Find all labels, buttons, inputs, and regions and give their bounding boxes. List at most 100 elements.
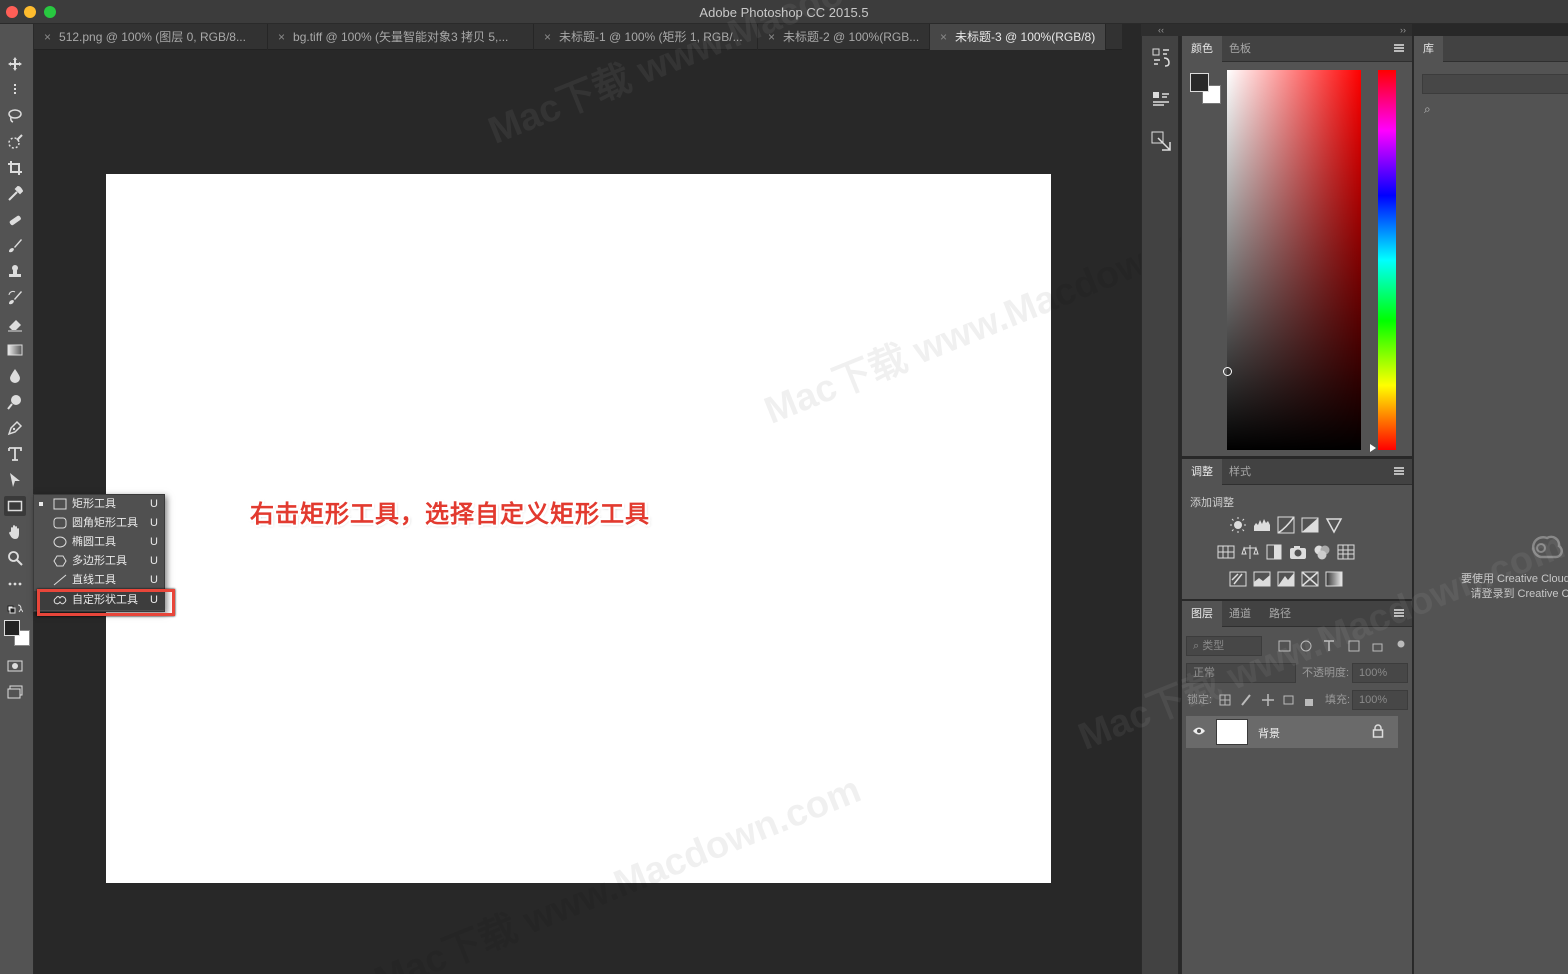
tab-label: bg.tiff @ 100% (矢量智能对象3 拷贝 5,... xyxy=(293,30,509,44)
tab-channels[interactable]: 通道 xyxy=(1220,601,1260,627)
adjustment-icons-row xyxy=(1217,543,1355,561)
flyout-item-label: 圆角矩形工具 xyxy=(72,517,138,529)
tab-label: 未标题-2 @ 100%(RGB... xyxy=(783,30,920,44)
flyout-item-label: 直线工具 xyxy=(72,574,116,586)
levels-icon[interactable] xyxy=(1253,516,1271,534)
swap-colors-icon[interactable] xyxy=(4,600,26,620)
gradient-icon[interactable] xyxy=(4,340,26,360)
flyout-item-rounded-rectangle-tool[interactable]: 圆角矩形工具 U xyxy=(34,514,164,533)
saturation-brightness-field[interactable] xyxy=(1227,70,1361,450)
lock-options-icons[interactable] xyxy=(1218,693,1313,707)
blur-icon[interactable] xyxy=(4,366,26,386)
foreground-color-swatch[interactable] xyxy=(4,620,20,636)
tab-label: 未标题-1 @ 100% (矩形 1, RGB/... xyxy=(559,30,743,44)
crop-icon[interactable] xyxy=(4,158,26,178)
library-search-input[interactable] xyxy=(1422,74,1568,94)
tab-swatches[interactable]: 色板 xyxy=(1220,36,1260,62)
shortcut-key: U xyxy=(150,498,158,510)
eye-icon[interactable] xyxy=(1192,726,1206,736)
tab-styles[interactable]: 样式 xyxy=(1220,459,1260,485)
invert-icon[interactable] xyxy=(1229,570,1247,588)
pen-icon[interactable] xyxy=(4,418,26,438)
lasso-icon[interactable] xyxy=(4,106,26,126)
stamp-icon[interactable] xyxy=(4,262,26,282)
close-tab-icon[interactable]: × xyxy=(544,30,551,44)
flyout-item-line-tool[interactable]: 直线工具 U xyxy=(34,571,164,590)
paths-panel-icon[interactable] xyxy=(1150,130,1172,152)
hand-icon[interactable] xyxy=(4,522,26,542)
marquee-icon[interactable] xyxy=(4,80,26,100)
watermark: Mac下载 www.Macdown.com xyxy=(368,768,867,974)
color-swatches[interactable] xyxy=(4,620,32,650)
healing-icon[interactable] xyxy=(4,210,26,230)
close-tab-icon[interactable]: × xyxy=(768,30,775,44)
hue-slider[interactable] xyxy=(1378,70,1396,450)
brightness-contrast-icon[interactable] xyxy=(1229,516,1247,534)
opacity-input[interactable]: 100% xyxy=(1352,663,1408,683)
document-tab[interactable]: × 未标题-2 @ 100%(RGB... xyxy=(758,24,930,50)
close-tab-icon[interactable]: × xyxy=(278,30,285,44)
history-panel-icon[interactable] xyxy=(1150,46,1172,68)
close-tab-icon[interactable]: × xyxy=(44,30,51,44)
panel-menu-icon[interactable] xyxy=(1394,609,1404,617)
foreground-color-swatch[interactable] xyxy=(1190,73,1209,92)
vibrance-icon[interactable] xyxy=(1325,516,1343,534)
more-icon[interactable] xyxy=(4,574,26,594)
threshold-icon[interactable] xyxy=(1277,570,1295,588)
flyout-item-polygon-tool[interactable]: 多边形工具 U xyxy=(34,552,164,571)
tab-label: 未标题-3 @ 100%(RGB/8) xyxy=(955,30,1096,44)
eraser-icon[interactable] xyxy=(4,314,26,334)
blend-mode-select[interactable]: 正常 xyxy=(1186,663,1296,683)
document-tab-active[interactable]: × 未标题-3 @ 100%(RGB/8) xyxy=(930,24,1106,50)
shortcut-key: U xyxy=(150,517,158,529)
flyout-item-rectangle-tool[interactable]: 矩形工具 U xyxy=(34,495,164,514)
expand-panels-icon[interactable]: ›› xyxy=(1181,24,1412,36)
title-bar: Adobe Photoshop CC 2015.5 xyxy=(0,0,1568,24)
tab-adjustments[interactable]: 调整 xyxy=(1182,459,1222,485)
history-brush-icon[interactable] xyxy=(4,288,26,308)
quick-mask-icon[interactable] xyxy=(4,656,26,676)
flyout-item-ellipse-tool[interactable]: 椭圆工具 U xyxy=(34,533,164,552)
path-select-icon[interactable] xyxy=(4,470,26,490)
gradient-map-icon[interactable] xyxy=(1325,570,1343,588)
color-balance-icon[interactable] xyxy=(1241,543,1259,561)
zoom-icon[interactable] xyxy=(4,548,26,568)
shortcut-key: U xyxy=(150,555,158,567)
panel-menu-icon[interactable] xyxy=(1394,44,1404,52)
fill-input[interactable]: 100% xyxy=(1352,690,1408,710)
tab-layers[interactable]: 图层 xyxy=(1182,601,1222,627)
quick-select-icon[interactable] xyxy=(4,132,26,152)
library-message-line: 请登录到 Creative C xyxy=(1470,588,1568,600)
document-tab[interactable]: × 未标题-1 @ 100% (矩形 1, RGB/... xyxy=(534,24,758,50)
properties-panel-icon[interactable] xyxy=(1150,88,1172,110)
posterize-icon[interactable] xyxy=(1253,570,1271,588)
selective-color-icon[interactable] xyxy=(1301,570,1319,588)
tab-paths[interactable]: 路径 xyxy=(1260,601,1300,627)
eyedropper-icon[interactable] xyxy=(4,184,26,204)
close-tab-icon[interactable]: × xyxy=(940,30,947,44)
type-icon[interactable] xyxy=(4,444,26,464)
layer-filter-icons[interactable] xyxy=(1277,639,1407,653)
panel-menu-icon[interactable] xyxy=(1394,467,1404,475)
hue-slider-marker[interactable] xyxy=(1370,444,1376,452)
tab-libraries[interactable]: 库 xyxy=(1414,36,1443,62)
curves-icon[interactable] xyxy=(1277,516,1295,534)
color-lookup-icon[interactable] xyxy=(1337,543,1355,561)
black-white-icon[interactable] xyxy=(1265,543,1283,561)
screen-mode-icon[interactable] xyxy=(4,682,26,702)
layer-filter-type-select[interactable]: ⌕ 类型 xyxy=(1186,636,1262,656)
rectangle-icon[interactable] xyxy=(4,496,26,516)
channel-mixer-icon[interactable] xyxy=(1313,543,1331,561)
tab-color[interactable]: 颜色 xyxy=(1182,36,1222,62)
color-picker-cursor[interactable] xyxy=(1223,367,1232,376)
dodge-icon[interactable] xyxy=(4,392,26,412)
exposure-icon[interactable] xyxy=(1301,516,1319,534)
layer-row-background[interactable]: 背景 xyxy=(1186,716,1398,748)
document-tab[interactable]: × bg.tiff @ 100% (矢量智能对象3 拷贝 5,... xyxy=(268,24,534,50)
brush-icon[interactable] xyxy=(4,236,26,256)
hue-saturation-icon[interactable] xyxy=(1217,543,1235,561)
move-icon[interactable] xyxy=(4,54,26,74)
document-tab[interactable]: × 512.png @ 100% (图层 0, RGB/8... xyxy=(34,24,268,50)
collapse-panels-icon[interactable]: ‹‹ xyxy=(1141,24,1181,36)
photo-filter-icon[interactable] xyxy=(1289,543,1307,561)
